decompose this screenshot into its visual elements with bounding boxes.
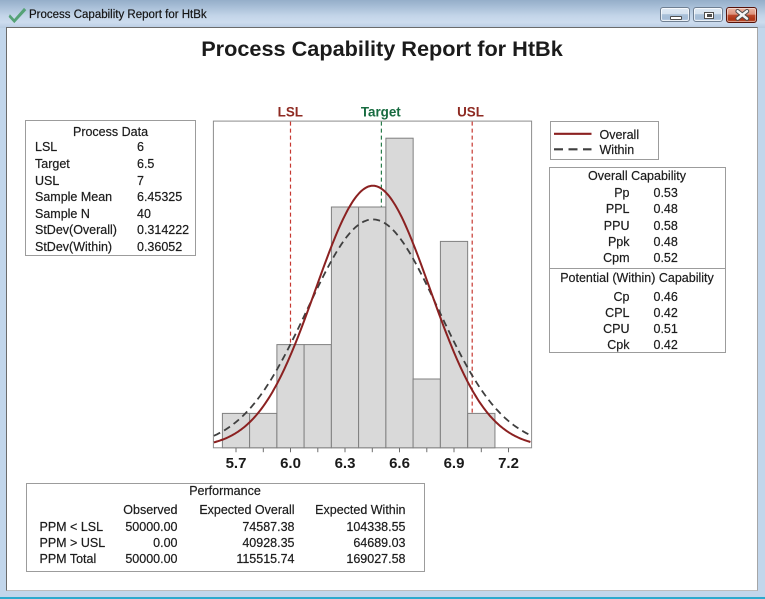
svg-text:5.7: 5.7 — [226, 455, 247, 472]
svg-text:6.3: 6.3 — [335, 455, 356, 472]
svg-text:7.2: 7.2 — [498, 455, 519, 472]
svg-text:USL: USL — [457, 104, 484, 119]
svg-text:6.9: 6.9 — [444, 455, 465, 472]
svg-text:LSL: LSL — [278, 104, 303, 119]
svg-text:6.0: 6.0 — [280, 455, 301, 472]
svg-text:6.6: 6.6 — [389, 455, 410, 472]
svg-text:Target: Target — [361, 104, 401, 119]
